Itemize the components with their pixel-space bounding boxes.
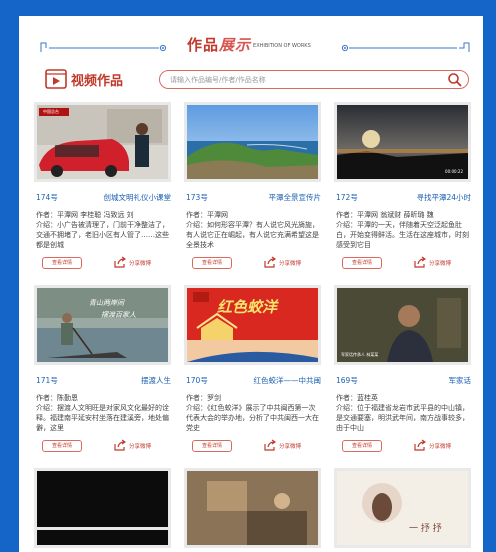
view-details-button[interactable]: 查看详情 <box>192 440 232 452</box>
thumbnail-image <box>337 471 468 545</box>
view-details-button[interactable]: 查看详情 <box>192 257 232 269</box>
video-title[interactable]: 摆渡人生 <box>141 375 171 386</box>
video-card[interactable] <box>184 468 321 552</box>
video-author: 作者：平潭网 翁斌财 薛昕璐 魏 <box>336 211 434 219</box>
view-details-button[interactable]: 查看详情 <box>342 257 382 269</box>
share-icon[interactable] <box>414 439 426 451</box>
video-intro: 介绍：如何形容平潭？有人说它风光旖旎，有人说它正在崛起，有人说它充满希望这是全景… <box>186 221 319 249</box>
video-card[interactable]: 军家话传承人 林某某 169号 军家话 作者：蓝桂英 介绍：位于福建省龙岩市武平… <box>334 285 471 460</box>
thumbnail-caption: 青山两岸间 <box>89 299 124 307</box>
video-title[interactable]: 红色蛟洋——中共闽 <box>254 375 322 386</box>
video-number: 173号 <box>186 193 208 202</box>
video-thumbnail[interactable]: 军家话传承人 林某某 <box>334 285 471 365</box>
share-icon[interactable] <box>264 256 276 268</box>
video-card[interactable]: 中国总台 174号 创城文明礼仪小课堂 作者：平潭网 李桂聪 冯致远 刘 介绍：… <box>34 102 171 277</box>
video-title[interactable]: 平潭全景宣传片 <box>269 192 322 203</box>
share-icon[interactable] <box>264 439 276 451</box>
thumbnail-image <box>337 105 468 179</box>
title-text-a: 作品 <box>187 36 220 54</box>
share-weibo-button[interactable]: 分享微博 <box>429 259 451 267</box>
video-number: 171号 <box>36 376 58 385</box>
video-author: 作者：平潭网 李桂聪 冯致远 刘 <box>36 211 134 219</box>
video-meta: 170号 红色蛟洋——中共闽 <box>186 375 321 387</box>
video-title[interactable]: 创城文明礼仪小课堂 <box>104 192 172 203</box>
video-card[interactable]: 一 抒 抒 <box>334 468 471 552</box>
video-card[interactable] <box>34 468 171 552</box>
share-icon[interactable] <box>114 439 126 451</box>
share-icon[interactable] <box>114 256 126 268</box>
title-text-b: 展示 <box>219 36 252 54</box>
video-intro: 介绍：摆渡人文明旺是对家风文化最好的诠释。福建南平延安村坐落在建溪旁，地处偏僻，… <box>36 404 169 432</box>
share-weibo-button[interactable]: 分享微博 <box>129 259 151 267</box>
video-meta: 171号 摆渡人生 <box>36 375 171 387</box>
video-thumbnail[interactable]: 一 抒 抒 <box>334 468 471 548</box>
view-details-button[interactable]: 查看详情 <box>42 440 82 452</box>
share-weibo-button[interactable]: 分享微博 <box>429 442 451 450</box>
video-title[interactable]: 寻找平潭24小时 <box>416 192 471 203</box>
video-number: 172号 <box>336 193 358 202</box>
video-play-icon <box>45 69 67 89</box>
video-card[interactable]: 00:00:22 172号 寻找平潭24小时 作者：平潭网 翁斌财 薛昕璐 魏 … <box>334 102 471 277</box>
video-meta: 169号 军家话 <box>336 375 471 387</box>
view-details-button[interactable]: 查看详情 <box>42 257 82 269</box>
video-thumbnail[interactable]: 红色蛟洋 <box>184 285 321 365</box>
video-timestamp: 00:00:22 <box>445 169 463 174</box>
video-meta: 174号 创城文明礼仪小课堂 <box>36 192 171 204</box>
video-intro: 介绍：小广告被清理了，门前干净整洁了，交通不拥堵了，老旧小区有人管了……这些都是… <box>36 221 169 249</box>
video-author: 作者：蓝桂英 <box>336 394 378 402</box>
video-thumbnail[interactable] <box>184 102 321 182</box>
video-meta: 172号 寻找平潭24小时 <box>336 192 471 204</box>
thumbnail-image <box>187 471 318 545</box>
header-left-ornament <box>40 42 167 52</box>
video-section-bar: 视频作品 <box>45 68 475 92</box>
page-title: 作品展示 EXHIBITION OF WORKS <box>187 34 337 60</box>
video-card[interactable]: 173号 平潭全景宣传片 作者：平潭网 介绍：如何形容平潭？有人说它风光旖旎，有… <box>184 102 321 277</box>
search-box <box>159 70 469 89</box>
video-author: 作者：平潭网 <box>186 211 228 219</box>
video-thumbnail[interactable] <box>34 468 171 548</box>
thumbnail-caption: 摆渡百家人 <box>101 311 136 319</box>
thumbnail-caption: 军家话传承人 林某某 <box>341 352 379 357</box>
video-author: 作者：罗剑 <box>186 394 221 402</box>
thumbnail-image <box>37 471 168 545</box>
video-intro: 介绍：平潭的一天，伴随着天空泛起鱼肚白，开始变得鲜活。生活在这座城市，时刻感受到… <box>336 221 469 249</box>
share-icon[interactable] <box>414 256 426 268</box>
thumbnail-calligraphy: 一 抒 抒 <box>409 524 442 534</box>
title-subtitle: EXHIBITION OF WORKS <box>253 43 311 49</box>
view-details-button[interactable]: 查看详情 <box>342 440 382 452</box>
search-icon[interactable] <box>447 72 462 87</box>
share-weibo-button[interactable]: 分享微博 <box>279 259 301 267</box>
video-intro: 介绍：《红色蛟洋》展示了中共闽西第一次代表大会的举办地，分析了中共闽西一大在党史 <box>186 404 319 432</box>
video-thumbnail[interactable]: 00:00:22 <box>334 102 471 182</box>
video-number: 170号 <box>186 376 208 385</box>
thumbnail-image <box>337 288 468 362</box>
section-label: 视频作品 <box>71 74 124 89</box>
video-intro: 介绍：位于福建省龙岩市武平县的中山镇，是交通要塞，明洪武年间，南方战事较多，由于… <box>336 404 469 432</box>
video-meta: 173号 平潭全景宣传片 <box>186 192 321 204</box>
video-number: 169号 <box>336 376 358 385</box>
thumbnail-badge: 中国总台 <box>43 109 59 114</box>
video-title[interactable]: 军家话 <box>449 375 472 386</box>
video-number: 174号 <box>36 193 58 202</box>
thumbnail-image <box>37 105 168 179</box>
search-input[interactable] <box>170 73 440 86</box>
thumbnail-banner: 红色蛟洋 <box>217 298 278 316</box>
works-header: 作品展示 EXHIBITION OF WORKS <box>19 34 483 60</box>
video-card[interactable]: 青山两岸间 摆渡百家人 171号 摆渡人生 作者：陈勤恩 介绍：摆渡人文明旺是对… <box>34 285 171 460</box>
video-card[interactable]: 红色蛟洋 170号 红色蛟洋——中共闽 作者：罗剑 介绍：《红色蛟洋》展示了中共… <box>184 285 321 460</box>
video-thumbnail[interactable] <box>184 468 321 548</box>
video-thumbnail[interactable]: 青山两岸间 摆渡百家人 <box>34 285 171 365</box>
video-thumbnail[interactable]: 中国总台 <box>34 102 171 182</box>
content-panel: 作品展示 EXHIBITION OF WORKS 视频作品 请输入作品编号/作者… <box>19 16 483 552</box>
video-author: 作者：陈勤恩 <box>36 394 78 402</box>
thumbnail-image <box>187 105 318 179</box>
share-weibo-button[interactable]: 分享微博 <box>279 442 301 450</box>
header-right-ornament <box>341 42 470 52</box>
share-weibo-button[interactable]: 分享微博 <box>129 442 151 450</box>
